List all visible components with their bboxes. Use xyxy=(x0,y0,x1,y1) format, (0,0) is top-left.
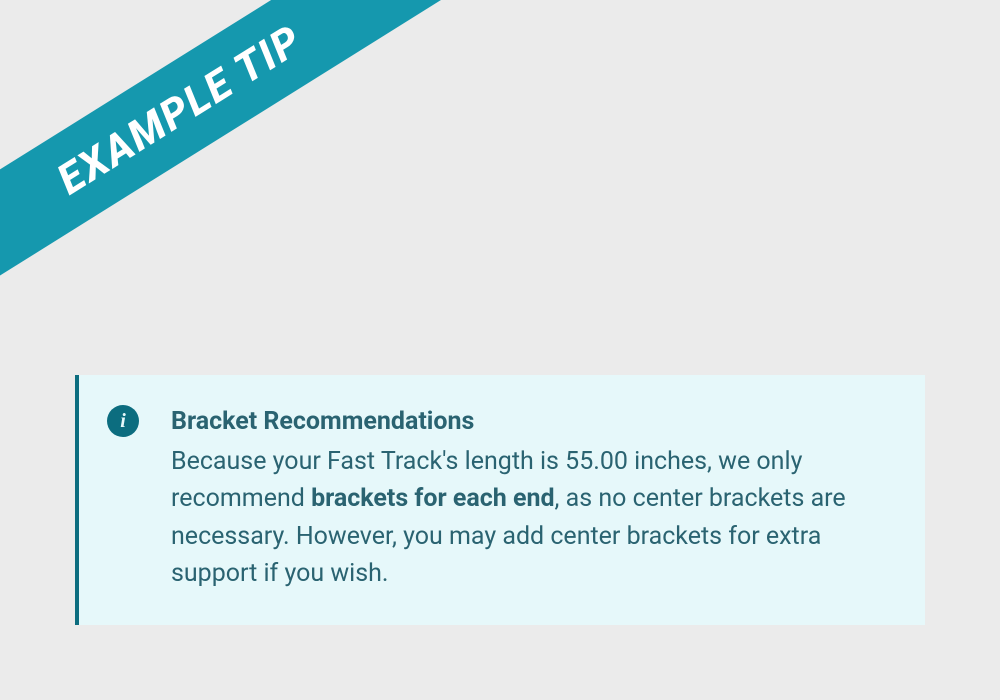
info-icon: i xyxy=(107,405,139,437)
info-title: Bracket Recommendations xyxy=(171,403,885,441)
info-content: Bracket Recommendations Because your Fas… xyxy=(171,403,885,593)
bracket-recommendations-card: i Bracket Recommendations Because your F… xyxy=(75,375,925,625)
ribbon-label: EXAMPLE TIP xyxy=(49,15,311,204)
info-icon-glyph: i xyxy=(120,411,126,431)
info-body-bold: brackets for each end xyxy=(311,484,554,513)
info-body: Because your Fast Track's length is 55.0… xyxy=(171,443,885,593)
example-tip-ribbon: EXAMPLE TIP xyxy=(0,0,458,307)
